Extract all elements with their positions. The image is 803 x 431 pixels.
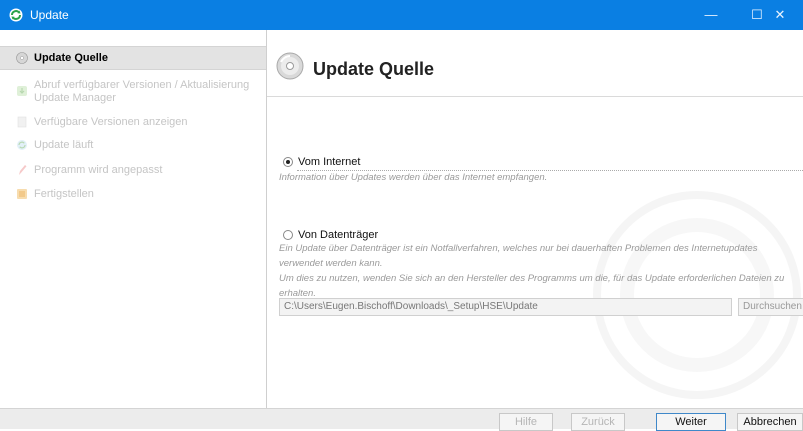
disk-description-line: Ein Update über Datenträger ist ein Notf… — [279, 243, 758, 254]
disk-description-line: verwendet werden kann. — [279, 258, 383, 269]
document-icon — [17, 116, 27, 128]
browse-button[interactable]: Durchsuchen — [738, 298, 803, 316]
sidebar-item-versionen-anzeigen[interactable]: Verfügbare Versionen anzeigen — [0, 114, 266, 130]
button-bar: Hilfe Zurück Weiter Abbrechen — [0, 408, 803, 431]
pencil-icon — [19, 165, 27, 175]
app-update-icon — [9, 8, 23, 22]
download-icon — [17, 86, 27, 96]
sidebar-item-update-laeuft[interactable]: Update läuft — [0, 137, 266, 153]
help-button[interactable]: Hilfe — [499, 413, 553, 431]
internet-option-label: Vom Internet — [298, 156, 361, 168]
sidebar-item-abruf-versionen[interactable]: Abruf verfügbarer Versionen / Aktualisie… — [0, 76, 266, 106]
internet-option-description: Information über Updates werden über das… — [279, 172, 548, 183]
next-button[interactable]: Weiter — [656, 413, 726, 431]
page-header: Update Quelle — [267, 30, 803, 97]
sidebar-item-update-quelle[interactable]: Update Quelle — [0, 46, 266, 70]
step-sidebar: Update Quelle Abruf verfügbarer Versione… — [0, 30, 267, 408]
sidebar-item-fertigstellen[interactable]: Fertigstellen — [0, 186, 266, 202]
cd-icon — [16, 52, 28, 64]
close-button[interactable]: ✕ — [757, 0, 803, 30]
sidebar-item-label: Programm wird angepasst — [34, 164, 163, 176]
main-panel: Update Quelle Vom Internet Information ü… — [267, 30, 803, 408]
background-watermark-icon — [593, 191, 801, 399]
disk-option-label: Von Datenträger — [298, 229, 379, 241]
page-title: Update Quelle — [313, 59, 435, 79]
sidebar-item-programm-angepasst[interactable]: Programm wird angepasst — [0, 162, 266, 178]
back-button[interactable]: Zurück — [571, 413, 625, 431]
cancel-button[interactable]: Abbrechen — [737, 413, 803, 431]
finish-icon — [17, 189, 27, 199]
update-icon — [17, 140, 27, 150]
window-title: Update — [30, 8, 69, 22]
disk-description-line: Um dies zu nutzen, wenden Sie sich an de… — [279, 273, 785, 284]
cd-icon — [276, 52, 304, 80]
sidebar-item-label: Abruf verfügbarer Versionen / Aktualisie… — [34, 79, 250, 104]
internet-radio[interactable] — [283, 157, 293, 167]
disk-radio[interactable] — [283, 230, 293, 240]
sidebar-item-label: Fertigstellen — [34, 188, 94, 200]
minimize-button[interactable]: — — [688, 0, 734, 30]
title-bar: Update — ☐ ✕ — [0, 0, 803, 30]
sidebar-item-label: Update Quelle — [34, 52, 108, 64]
update-path-field[interactable]: C:\Users\Eugen.Bischoff\Downloads\_Setup… — [279, 298, 732, 316]
disk-option[interactable]: Von Datenträger — [283, 229, 483, 243]
sidebar-item-label: Update läuft — [34, 139, 94, 151]
sidebar-item-label: Verfügbare Versionen anzeigen — [34, 116, 188, 128]
